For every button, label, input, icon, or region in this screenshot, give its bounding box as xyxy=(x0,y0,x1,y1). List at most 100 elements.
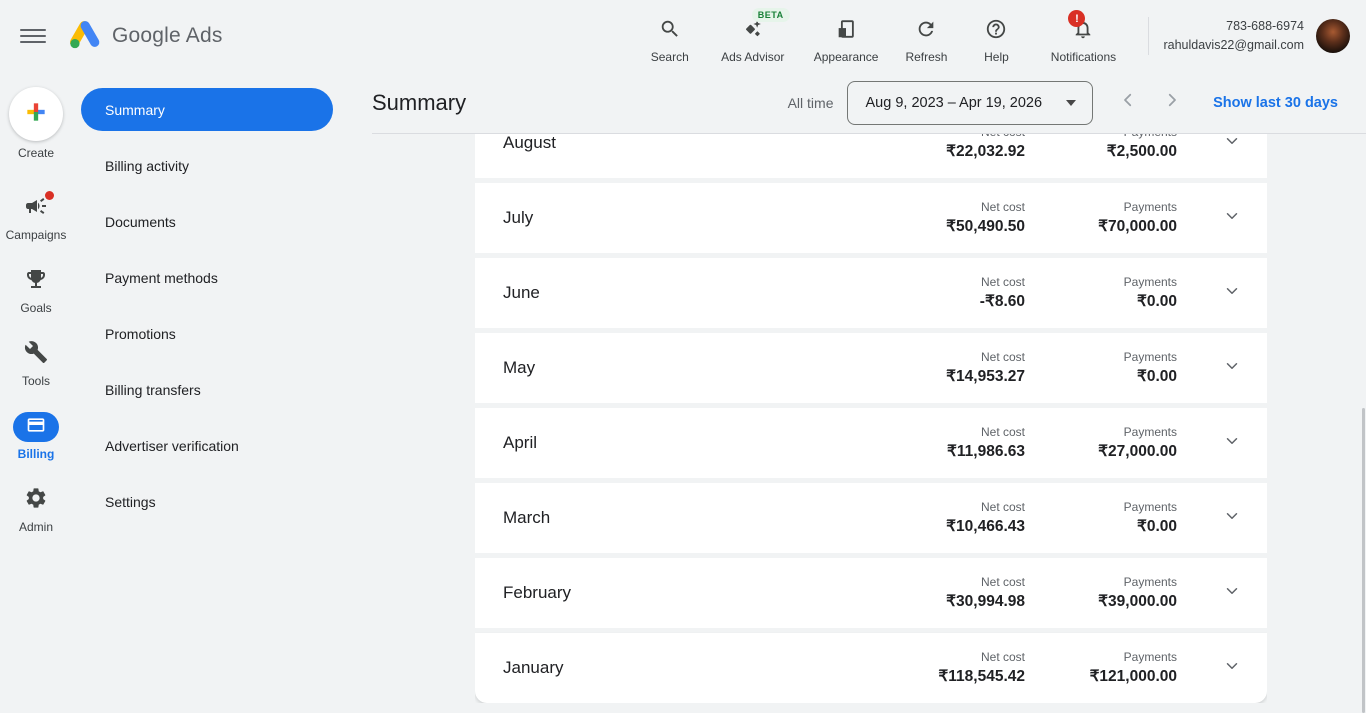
account-email: rahuldavis22@gmail.com xyxy=(1163,38,1304,52)
range-label: All time xyxy=(787,94,834,111)
subnav-item-billing-activity[interactable]: Billing activity xyxy=(81,144,333,187)
chevron-left-icon xyxy=(1119,91,1137,114)
top-nav: Search BETA Ads Advisor Appearance Refre… xyxy=(648,8,1133,64)
month-label: August xyxy=(503,134,556,152)
net-cost-header: Net cost xyxy=(855,134,1025,139)
next-range-button[interactable] xyxy=(1163,91,1181,114)
table-row[interactable]: March Net cost ₹10,466.43 Payments ₹0.00 xyxy=(475,483,1267,553)
subnav-item-payment-methods[interactable]: Payment methods xyxy=(81,256,333,299)
month-label: February xyxy=(503,583,572,602)
subnav-item-documents[interactable]: Documents xyxy=(81,200,333,243)
subnav-item-advertiser-verification[interactable]: Advertiser verification xyxy=(81,424,333,467)
table-row[interactable]: June Net cost -₹8.60 Payments ₹0.00 xyxy=(475,258,1267,328)
expand-row-button[interactable] xyxy=(1177,282,1241,305)
month-label: May xyxy=(503,358,536,377)
net-cost-value: ₹30,994.98 xyxy=(946,593,1025,610)
payments-value: ₹27,000.00 xyxy=(1098,443,1177,460)
divider xyxy=(1148,17,1150,55)
table-row[interactable]: April Net cost ₹11,986.63 Payments ₹27,0… xyxy=(475,408,1267,478)
payments-value: ₹121,000.00 xyxy=(1089,668,1177,685)
ads-advisor-button[interactable]: BETA Ads Advisor xyxy=(718,8,790,64)
sidebar-item-admin[interactable]: Admin xyxy=(19,485,53,534)
chevron-down-icon xyxy=(1223,134,1241,155)
billing-subnav: Summary Billing activity Documents Payme… xyxy=(72,72,372,713)
payments-header: Payments xyxy=(1123,350,1177,364)
table-row[interactable]: February Net cost ₹30,994.98 Payments ₹3… xyxy=(475,558,1267,628)
payments-value: ₹2,500.00 xyxy=(1106,143,1177,160)
billing-summary-list: August Net cost ₹22,032.92 Payments ₹2,5… xyxy=(372,134,1366,713)
show-last-30-days-link[interactable]: Show last 30 days xyxy=(1213,95,1338,111)
subnav-item-settings[interactable]: Settings xyxy=(81,480,333,523)
payments-value: ₹0.00 xyxy=(1136,293,1177,310)
expand-row-button[interactable] xyxy=(1177,134,1241,155)
search-button[interactable]: Search xyxy=(648,8,692,64)
sidebar-item-campaigns[interactable]: Campaigns xyxy=(5,191,67,242)
top-bar: Google Ads Search BETA Ads Advisor Appea… xyxy=(0,0,1366,72)
appearance-label: Appearance xyxy=(813,50,879,64)
expand-row-button[interactable] xyxy=(1177,657,1241,680)
chevron-down-icon xyxy=(1223,507,1241,530)
net-cost-value: ₹118,545.42 xyxy=(938,668,1025,685)
credit-card-icon xyxy=(26,415,46,440)
left-rail: Create Campaigns Goals Tools Billing Adm… xyxy=(0,72,72,713)
admin-label: Admin xyxy=(18,520,53,534)
chevron-down-icon xyxy=(1223,207,1241,230)
help-icon xyxy=(985,18,1007,45)
payments-header: Payments xyxy=(1123,200,1177,214)
net-cost-value: ₹22,032.92 xyxy=(946,143,1025,160)
refresh-button[interactable]: Refresh xyxy=(904,8,948,64)
table-row[interactable]: January Net cost ₹118,545.42 Payments ₹1… xyxy=(475,633,1267,703)
main-header: Summary All time Aug 9, 2023 – Apr 19, 2… xyxy=(372,72,1366,133)
avatar[interactable] xyxy=(1316,19,1350,53)
month-label: April xyxy=(503,433,538,452)
caret-down-icon xyxy=(1066,99,1077,106)
menu-icon[interactable] xyxy=(20,23,46,49)
main-content: Summary All time Aug 9, 2023 – Apr 19, 2… xyxy=(372,72,1366,713)
subnav-item-promotions[interactable]: Promotions xyxy=(81,312,333,355)
net-cost-header: Net cost xyxy=(980,500,1025,514)
vertical-scrollbar[interactable] xyxy=(1362,408,1365,713)
account-info[interactable]: 783-688-6974 rahuldavis22@gmail.com xyxy=(1163,17,1304,56)
help-button[interactable]: Help xyxy=(974,8,1018,64)
search-label: Search xyxy=(650,50,689,64)
date-range-picker[interactable]: Aug 9, 2023 – Apr 19, 2026 xyxy=(846,80,1094,125)
campaigns-label: Campaigns xyxy=(5,228,67,242)
payments-header: Payments xyxy=(1025,134,1177,139)
net-cost-header: Net cost xyxy=(980,650,1025,664)
previous-range-button[interactable] xyxy=(1119,91,1137,114)
refresh-label: Refresh xyxy=(905,50,948,64)
brand[interactable]: Google Ads xyxy=(68,19,223,54)
payments-header: Payments xyxy=(1123,275,1177,289)
sparkle-icon xyxy=(742,18,764,45)
help-label: Help xyxy=(984,50,1009,64)
table-row[interactable]: August Net cost ₹22,032.92 Payments ₹2,5… xyxy=(475,134,1267,178)
create-button[interactable]: Create xyxy=(9,87,63,160)
sidebar-item-billing[interactable]: Billing xyxy=(13,412,59,461)
expand-row-button[interactable] xyxy=(1177,582,1241,605)
beta-badge: BETA xyxy=(751,8,790,22)
expand-row-button[interactable] xyxy=(1177,357,1241,380)
google-ads-logo-icon xyxy=(68,19,102,54)
table-row[interactable]: July Net cost ₹50,490.50 Payments ₹70,00… xyxy=(475,183,1267,253)
notifications-button[interactable]: ! Notifications xyxy=(1044,8,1122,64)
page-title: Summary xyxy=(372,89,467,115)
net-cost-header: Net cost xyxy=(980,275,1025,289)
expand-row-button[interactable] xyxy=(1177,207,1241,230)
subnav-item-summary[interactable]: Summary xyxy=(81,88,333,131)
appearance-button[interactable]: Appearance xyxy=(813,8,879,64)
payments-header: Payments xyxy=(1123,500,1177,514)
net-cost-header: Net cost xyxy=(980,200,1025,214)
sidebar-item-tools[interactable]: Tools xyxy=(22,339,50,388)
payments-value: ₹39,000.00 xyxy=(1098,593,1177,610)
payments-header: Payments xyxy=(1123,425,1177,439)
net-cost-value: ₹11,986.63 xyxy=(947,443,1025,460)
tools-label: Tools xyxy=(21,374,50,388)
expand-row-button[interactable] xyxy=(1177,507,1241,530)
search-icon xyxy=(659,18,681,45)
sidebar-item-goals[interactable]: Goals xyxy=(20,266,52,315)
subnav-item-billing-transfers[interactable]: Billing transfers xyxy=(81,368,333,411)
plus-icon xyxy=(23,99,49,130)
expand-row-button[interactable] xyxy=(1177,432,1241,455)
table-row[interactable]: May Net cost ₹14,953.27 Payments ₹0.00 xyxy=(475,333,1267,403)
goals-label: Goals xyxy=(20,301,52,315)
